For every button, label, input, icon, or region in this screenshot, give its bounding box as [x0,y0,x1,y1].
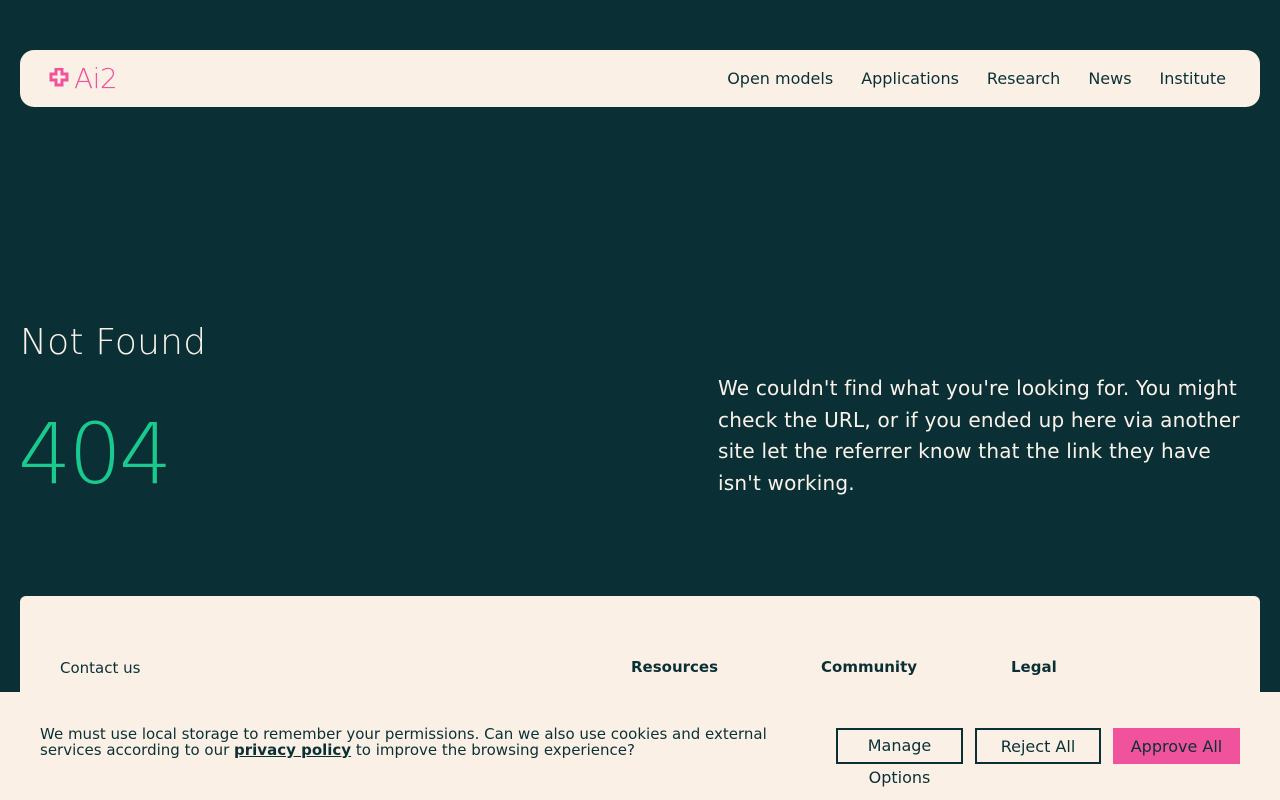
manage-label: Manage [867,736,932,755]
reject-all-button[interactable]: Reject All [975,728,1101,764]
nav-open-models[interactable]: Open models [727,69,833,88]
ai2-sparkle-icon [49,67,69,86]
privacy-policy-link[interactable]: privacy policy [234,741,351,759]
nav-institute[interactable]: Institute [1160,69,1226,88]
manage-options-button[interactable]: Manage [836,728,963,764]
nav-news[interactable]: News [1088,69,1131,88]
cookie-banner: We must use local storage to remember yo… [0,692,1280,800]
manage-options-label[interactable]: Options [836,768,963,787]
cookie-message: We must use local storage to remember yo… [40,726,820,758]
home-logo-link[interactable]: Ai2 [48,61,118,95]
nav-applications[interactable]: Applications [861,69,959,88]
footer-heading-resources: Resources [631,658,719,676]
contact-us-link[interactable]: Contact us [60,659,140,677]
page: Ai2 Open models Applications Research Ne… [0,0,1280,800]
error-code: 404 [18,405,172,503]
nav-research[interactable]: Research [987,69,1060,88]
logo-text: Ai2 [74,61,118,95]
footer-heading-community: Community [821,658,918,676]
site-header: Ai2 Open models Applications Research Ne… [20,50,1260,107]
approve-all-button[interactable]: Approve All [1113,728,1240,764]
error-description: We couldn't find what you're looking for… [718,376,1240,495]
footer-heading-legal: Legal [1011,658,1057,676]
cookie-text-after: to improve the browsing experience? [351,741,635,759]
main-nav: Open models Applications Research News I… [727,69,1226,88]
page-title: Not Found [20,322,207,363]
